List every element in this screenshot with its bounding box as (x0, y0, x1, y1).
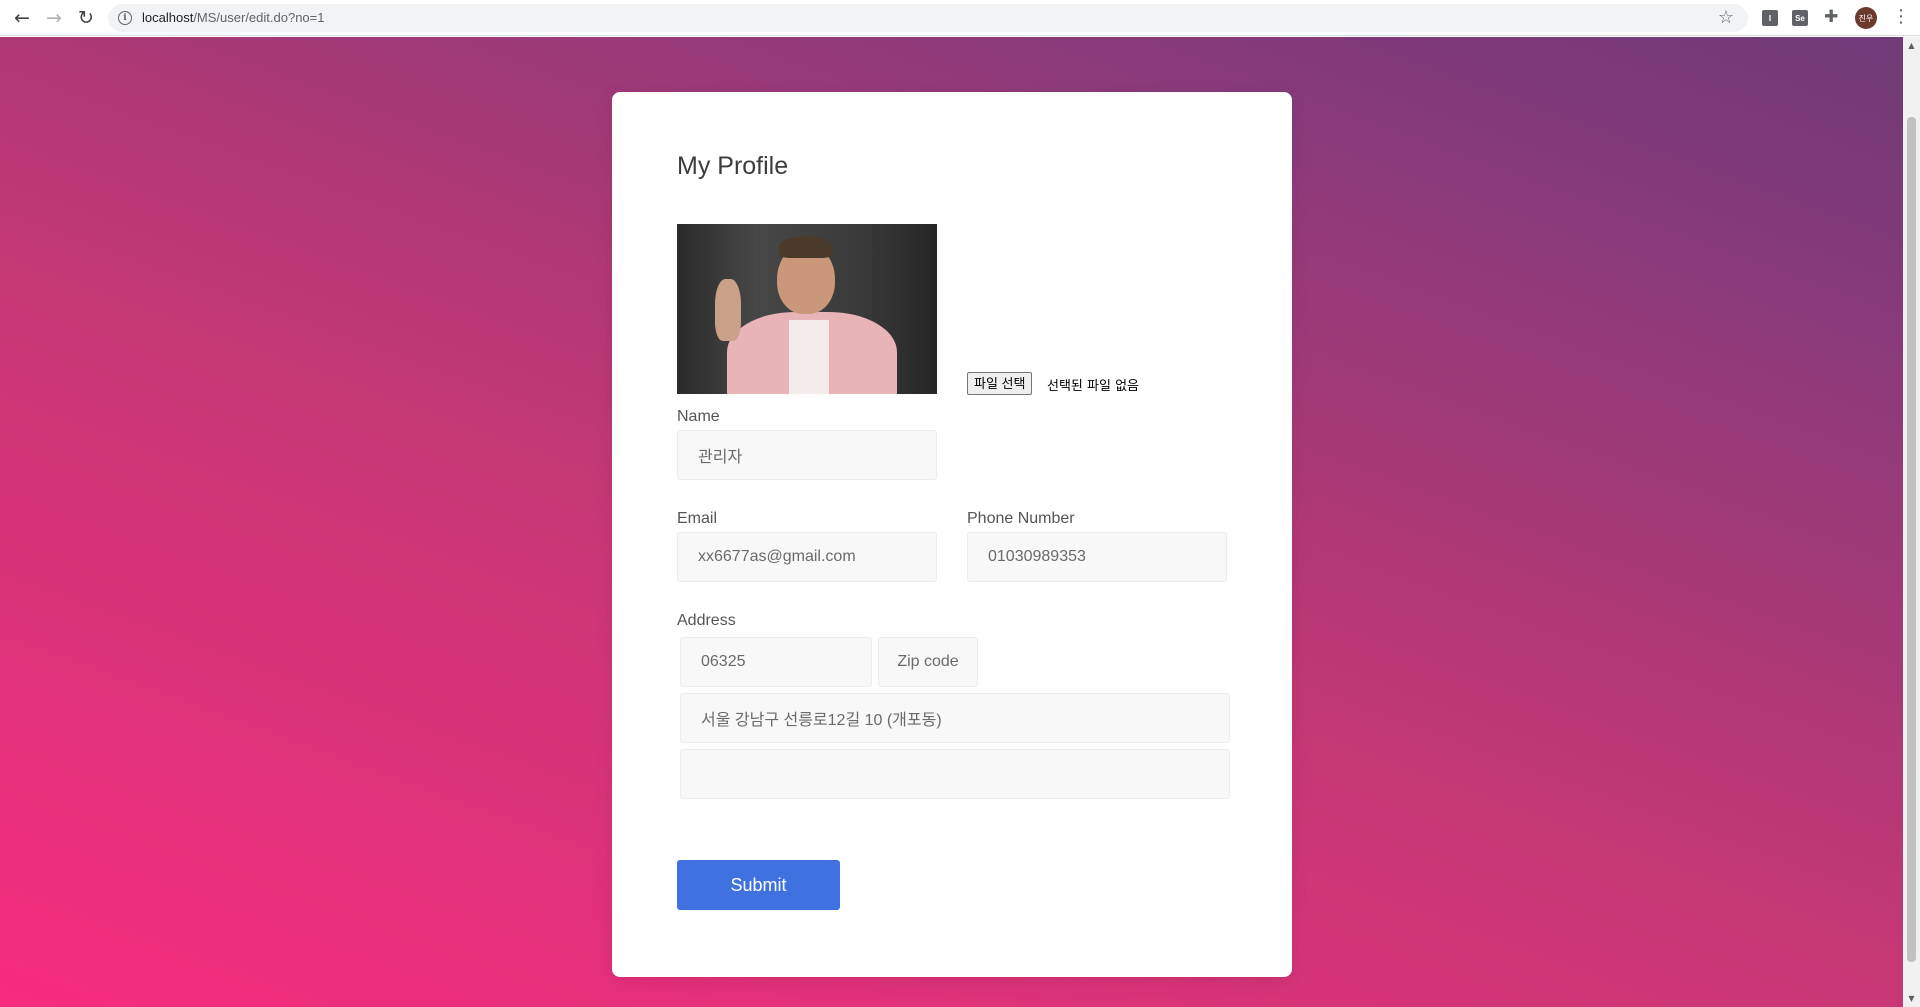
address-line2-input[interactable] (680, 749, 1230, 799)
url-text[interactable]: localhost/MS/user/edit.do?no=1 (142, 10, 324, 25)
forward-icon[interactable]: → (42, 7, 66, 29)
scroll-up-arrow-icon[interactable]: ▲ (1903, 37, 1920, 54)
submit-button[interactable]: Submit (677, 860, 840, 910)
page-background: My Profile 파일 선택 선택된 파일 없음 Name Email Ph… (0, 37, 1903, 1007)
profile-avatar[interactable]: 진우 (1855, 7, 1877, 29)
profile-photo (677, 224, 937, 394)
name-label: Name (677, 408, 720, 425)
profile-card: My Profile 파일 선택 선택된 파일 없음 Name Email Ph… (612, 92, 1292, 977)
file-status-text: 선택된 파일 없음 (1047, 379, 1139, 394)
url-host: localhost (142, 10, 194, 25)
site-info-icon[interactable]: i (118, 11, 132, 25)
email-input[interactable] (677, 532, 937, 582)
scroll-down-arrow-icon[interactable]: ▼ (1903, 990, 1920, 1007)
zip-code-input[interactable] (680, 637, 872, 687)
page-title: My Profile (677, 152, 789, 180)
reload-icon[interactable]: ↻ (74, 7, 98, 29)
file-select-button[interactable]: 파일 선택 (967, 372, 1033, 395)
page-scrollbar[interactable]: ▲ ▼ (1903, 37, 1920, 1007)
zip-code-button[interactable]: Zip code (878, 637, 978, 687)
photo-hand-shape (715, 279, 741, 341)
extension-icon[interactable]: Se (1792, 10, 1808, 26)
scroll-thumb[interactable] (1907, 117, 1916, 962)
photo-hair-shape (779, 236, 833, 258)
browser-toolbar: ← → ↻ i localhost/MS/user/edit.do?no=1 ☆… (0, 0, 1920, 36)
extensions-puzzle-icon[interactable]: ✚ (1824, 7, 1838, 27)
address-line1-input[interactable] (680, 693, 1230, 743)
extension-icon[interactable]: I (1762, 10, 1778, 26)
email-label: Email (677, 510, 718, 527)
phone-label: Phone Number (967, 510, 1075, 527)
address-label: Address (677, 612, 736, 629)
address-bar[interactable]: i localhost/MS/user/edit.do?no=1 ☆ (108, 4, 1748, 32)
phone-input[interactable] (967, 532, 1227, 582)
name-input[interactable] (677, 430, 937, 480)
url-path: /MS/user/edit.do?no=1 (193, 10, 325, 25)
back-icon[interactable]: ← (10, 7, 34, 29)
menu-kebab-icon[interactable]: ⋮ (1892, 8, 1910, 26)
bookmark-star-icon[interactable]: ☆ (1718, 7, 1734, 28)
photo-shirt-shape (789, 320, 829, 394)
